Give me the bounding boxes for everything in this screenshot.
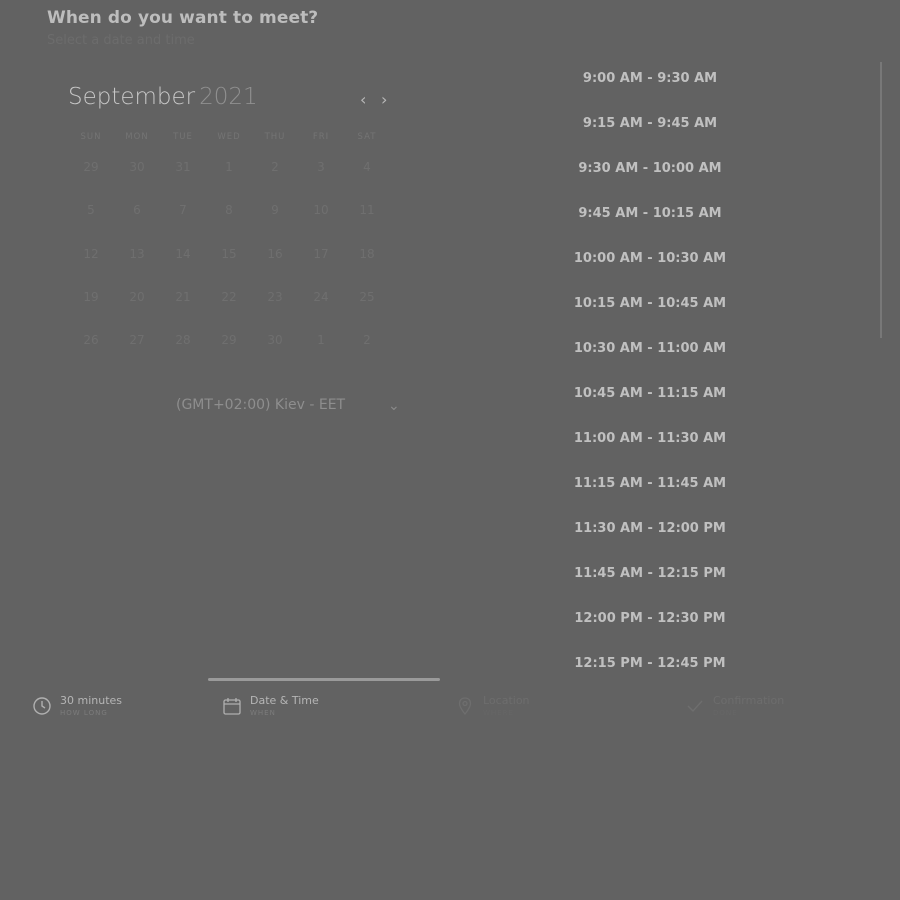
chevron-down-icon[interactable]: ⌄: [388, 398, 400, 414]
calendar-day[interactable]: 16: [252, 247, 298, 261]
calendar-day[interactable]: 5: [68, 203, 114, 217]
calendar-day[interactable]: 30: [114, 160, 160, 174]
time-slot-button[interactable]: 9:15 AM - 9:45 AM: [560, 115, 740, 160]
time-slot-button[interactable]: 10:45 AM - 11:15 AM: [560, 385, 740, 430]
time-slot-button[interactable]: 9:30 AM - 10:00 AM: [560, 160, 740, 205]
calendar-day[interactable]: 7: [160, 203, 206, 217]
step-sublabel: WHEN: [250, 709, 276, 717]
weekday-label: FRI: [312, 132, 330, 142]
weekday-label: SUN: [80, 132, 102, 142]
calendar-day[interactable]: 1: [206, 160, 252, 174]
step-label: Date & Time: [250, 694, 319, 707]
calendar-day[interactable]: 27: [114, 333, 160, 347]
step-sublabel: WHERE: [483, 709, 514, 717]
time-slot-list: 9:00 AM - 9:30 AM 9:15 AM - 9:45 AM 9:30 A…: [560, 70, 740, 700]
calendar-day[interactable]: 28: [160, 333, 206, 347]
calendar-day[interactable]: 20: [114, 290, 160, 304]
time-slot-button[interactable]: 10:30 AM - 11:00 AM: [560, 340, 740, 385]
calendar-month: September: [68, 84, 196, 110]
weekday-label: THU: [264, 132, 286, 142]
step-confirmation: Confirmation DONE: [685, 694, 784, 718]
weekday-label: MON: [125, 132, 149, 142]
calendar-day[interactable]: 4: [344, 160, 390, 174]
calendar-week-row: 5 6 7 8 9 10 11: [68, 203, 390, 217]
weekday-label: SAT: [357, 132, 377, 142]
calendar-day[interactable]: 18: [344, 247, 390, 261]
calendar-week-row: 12 13 14 15 16 17 18: [68, 247, 390, 261]
calendar-day[interactable]: 25: [344, 290, 390, 304]
time-slot-button[interactable]: 11:45 AM - 12:15 PM: [560, 565, 740, 610]
page-header: When do you want to meet? Select a date …: [47, 8, 318, 48]
calendar-icon: [223, 698, 241, 715]
step-label: 30 minutes: [60, 694, 123, 707]
calendar-day[interactable]: 22: [206, 290, 252, 304]
time-slot-button[interactable]: 11:00 AM - 11:30 AM: [560, 430, 740, 475]
step-date-time: Date & Time WHEN: [222, 694, 319, 718]
calendar-day[interactable]: 2: [252, 160, 298, 174]
time-slot-button[interactable]: 9:00 AM - 9:30 AM: [560, 70, 740, 115]
time-slot-scrollbar[interactable]: [880, 62, 882, 338]
step-sublabel: HOW LONG: [60, 709, 108, 717]
weekday-label: TUE: [173, 132, 193, 142]
step-duration: 30 minutes HOW LONG: [32, 694, 122, 718]
calendar-day[interactable]: 29: [206, 333, 252, 347]
calendar-day[interactable]: 31: [160, 160, 206, 174]
time-slot-button[interactable]: 11:15 AM - 11:45 AM: [560, 475, 740, 520]
location-pin-icon: [458, 697, 472, 716]
calendar-year: 2021: [199, 84, 258, 110]
time-slot-button[interactable]: 10:15 AM - 10:45 AM: [560, 295, 740, 340]
calendar-day[interactable]: 9: [252, 203, 298, 217]
weekday-label: WED: [217, 132, 241, 142]
calendar-week-row: 19 20 21 22 23 24 25: [68, 290, 390, 304]
clock-icon: [33, 697, 51, 715]
booking-steps: 30 minutes HOW LONG Date & Time WHEN Loc…: [0, 678, 900, 728]
calendar-day[interactable]: 1: [298, 333, 344, 347]
prev-month-chevron-left-icon[interactable]: ‹: [360, 90, 366, 109]
calendar-day[interactable]: 6: [114, 203, 160, 217]
time-slot-button[interactable]: 9:45 AM - 10:15 AM: [560, 205, 740, 250]
calendar-weekdays: SUN MON TUE WED THU FRI SAT: [68, 132, 390, 142]
page-title: When do you want to meet?: [47, 8, 319, 28]
calendar-day[interactable]: 26: [68, 333, 114, 347]
calendar-day[interactable]: 11: [344, 203, 390, 217]
page-subtitle: Select a date and time: [47, 33, 195, 48]
timezone-select[interactable]: (GMT+02:00) Kiev - EET: [176, 397, 345, 413]
time-slot-button[interactable]: 12:00 PM - 12:30 PM: [560, 610, 740, 655]
calendar-day[interactable]: 30: [252, 333, 298, 347]
calendar-day[interactable]: 10: [298, 203, 344, 217]
next-month-chevron-right-icon[interactable]: ›: [381, 90, 387, 109]
calendar-day[interactable]: 12: [68, 247, 114, 261]
calendar-week-row: 29 30 31 1 2 3 4: [68, 160, 390, 174]
calendar-day[interactable]: 23: [252, 290, 298, 304]
calendar-day[interactable]: 21: [160, 290, 206, 304]
step-label: Location: [483, 694, 530, 707]
time-slot-button[interactable]: 10:00 AM - 10:30 AM: [560, 250, 740, 295]
calendar-day[interactable]: 15: [206, 247, 252, 261]
checkmark-icon: [687, 700, 703, 713]
calendar-day[interactable]: 2: [344, 333, 390, 347]
calendar-day[interactable]: 3: [298, 160, 344, 174]
calendar-day[interactable]: 8: [206, 203, 252, 217]
calendar-day[interactable]: 13: [114, 247, 160, 261]
calendar-day[interactable]: 14: [160, 247, 206, 261]
calendar-day[interactable]: 29: [68, 160, 114, 174]
calendar-week-row: 26 27 28 29 30 1 2: [68, 333, 390, 347]
calendar-day[interactable]: 19: [68, 290, 114, 304]
step-progress-bar: [208, 678, 440, 681]
calendar-day[interactable]: 24: [298, 290, 344, 304]
step-sublabel: DONE: [713, 709, 738, 717]
step-label: Confirmation: [713, 694, 785, 707]
calendar-day[interactable]: 17: [298, 247, 344, 261]
calendar-header: September 2021 ‹ ›: [68, 84, 398, 114]
time-slot-button[interactable]: 11:30 AM - 12:00 PM: [560, 520, 740, 565]
step-location: Location WHERE: [455, 694, 530, 718]
